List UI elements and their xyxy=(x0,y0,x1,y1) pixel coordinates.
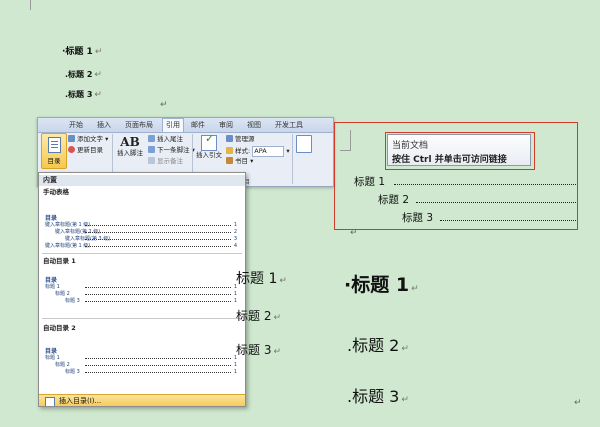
gallery-auto2-line: 标题 31 xyxy=(65,369,237,375)
footnote-icon: AB xyxy=(120,135,140,149)
toc-gallery-menu: 内置 手动表格 目录 键入章标题(第 1 级) 1 键入章标题(第 2 级) 2 键… xyxy=(38,172,246,407)
paragraph-mark: ↵ xyxy=(160,100,168,110)
tab-review[interactable]: 审阅 xyxy=(216,119,236,132)
toc-button-label: 目录 xyxy=(47,157,61,165)
style-select[interactable]: 样式: APA ▾ xyxy=(226,146,290,157)
next-footnote-button[interactable]: 下一条脚注 ▾ xyxy=(148,146,195,155)
tab-view[interactable]: 视图 xyxy=(244,119,264,132)
tooltip-line-2: 按住 Ctrl 并单击可访问链接 xyxy=(392,155,507,165)
tab-home[interactable]: 开始 xyxy=(66,119,86,132)
tab-developer[interactable]: 开发工具 xyxy=(272,119,306,132)
gallery-manual-line: 键入章标题(第 1 级) 1 xyxy=(45,222,237,228)
gallery-auto1-line: 标题 31 xyxy=(65,298,237,304)
heading-3-left: 标题 3 ↵ xyxy=(236,343,281,357)
heading-1-left: 标题 1 ↵ xyxy=(236,271,287,287)
toc-entry-2[interactable]: 标题 2 xyxy=(378,192,409,207)
paragraph-mark: ↵ xyxy=(574,398,582,408)
gallery-auto1-label: 自动目录 1 xyxy=(43,257,76,265)
insert-caption-button[interactable] xyxy=(296,135,314,155)
tab-mailings[interactable]: 邮件 xyxy=(188,119,208,132)
insert-footnote-button[interactable]: AB 插入脚注 xyxy=(114,135,146,158)
gallery-auto1-title: 目录 xyxy=(45,277,58,284)
heading-2-left: 标题 2 ↵ xyxy=(236,309,281,323)
tooltip-line-1: 当前文档 xyxy=(392,141,429,151)
next-footnote-icon xyxy=(148,146,155,153)
gallery-item-manual-table[interactable]: 目录 键入章标题(第 1 级) 1 键入章标题(第 2 级) 2 键入章标题(第 3… xyxy=(45,215,237,250)
ribbon-separator xyxy=(292,134,293,184)
heading-3-top: .标题 3 ↵ xyxy=(65,90,102,100)
refresh-icon xyxy=(68,146,75,153)
heading-3-right: .标题 3 ↵ xyxy=(347,387,409,406)
gallery-separator xyxy=(42,318,242,319)
toc-entry-3[interactable]: 标题 3 xyxy=(402,210,433,225)
add-text-icon xyxy=(68,135,75,142)
toc-entry-1[interactable]: 标题 1 xyxy=(354,174,385,189)
gallery-item-auto1[interactable]: 目录 标题 11 标题 21 标题 31 xyxy=(45,277,237,305)
heading-1-top: ·标题 1 ↵ xyxy=(62,47,103,57)
caption-icon xyxy=(296,135,312,153)
heading-1-right: ·标题 1 ↵ xyxy=(344,274,419,296)
gallery-item-auto2[interactable]: 目录 标题 11 标题 21 标题 31 xyxy=(45,348,237,376)
gallery-auto1-line: 标题 11 xyxy=(45,284,237,290)
gallery-manual-line: 键入章标题(第 1 级) 4 xyxy=(45,243,237,249)
bibliography-icon xyxy=(226,157,233,164)
manage-sources-button[interactable]: 管理源 xyxy=(226,135,255,144)
toc-leader-2 xyxy=(416,202,576,203)
bibliography-button[interactable]: 书目 ▾ xyxy=(226,157,253,166)
tab-insert[interactable]: 插入 xyxy=(94,119,114,132)
toc-button[interactable]: 目录 xyxy=(41,133,67,169)
paragraph-mark: ↵ xyxy=(350,228,358,238)
gallery-manual-table-label: 手动表格 xyxy=(43,188,69,196)
style-icon xyxy=(226,147,233,154)
toc-icon xyxy=(48,137,61,153)
gallery-header-builtin: 内置 xyxy=(39,175,245,186)
add-text-button[interactable]: 添加文字 ▾ xyxy=(68,135,108,144)
show-notes-button[interactable]: 显示备注 xyxy=(148,157,183,166)
gallery-manual-line: 键入章标题(第 2 级) 2 xyxy=(55,229,237,235)
gallery-auto1-line: 标题 21 xyxy=(55,291,237,297)
update-toc-button[interactable]: 更新目录 xyxy=(68,146,103,155)
page-corner-mark xyxy=(30,0,31,10)
show-notes-icon xyxy=(148,157,155,164)
insert-citation-button[interactable]: ✓ 插入引文 xyxy=(194,133,224,160)
endnote-icon xyxy=(148,135,155,142)
gallery-auto2-title: 目录 xyxy=(45,348,58,355)
gallery-manual-line: 键入章标题(第 3 级) 3 xyxy=(65,236,237,242)
heading-2-top: .标题 2 ↵ xyxy=(65,70,102,80)
insert-toc-icon xyxy=(45,397,55,406)
gallery-auto2-line: 标题 21 xyxy=(55,362,237,368)
ribbon-tab-bar: 开始 插入 页面布局 引用 邮件 审阅 视图 开发工具 xyxy=(38,118,333,133)
gallery-auto2-line: 标题 11 xyxy=(45,355,237,361)
toc-leader-3 xyxy=(440,220,576,221)
toc-leader-1 xyxy=(394,184,576,185)
insert-toc-menu-item[interactable]: 插入目录(I)... xyxy=(39,394,245,406)
tab-references[interactable]: 引用 xyxy=(162,118,184,132)
heading-2-right: .标题 2 ↵ xyxy=(347,336,409,355)
citation-icon: ✓ xyxy=(201,133,217,151)
tab-page-layout[interactable]: 页面布局 xyxy=(122,119,156,132)
gallery-manual-title: 目录 xyxy=(45,215,58,222)
insert-endnote-button[interactable]: 插入尾注 xyxy=(148,135,183,144)
manage-sources-icon xyxy=(226,135,233,142)
gallery-auto2-label: 自动目录 2 xyxy=(43,324,76,332)
gallery-separator xyxy=(42,253,242,254)
